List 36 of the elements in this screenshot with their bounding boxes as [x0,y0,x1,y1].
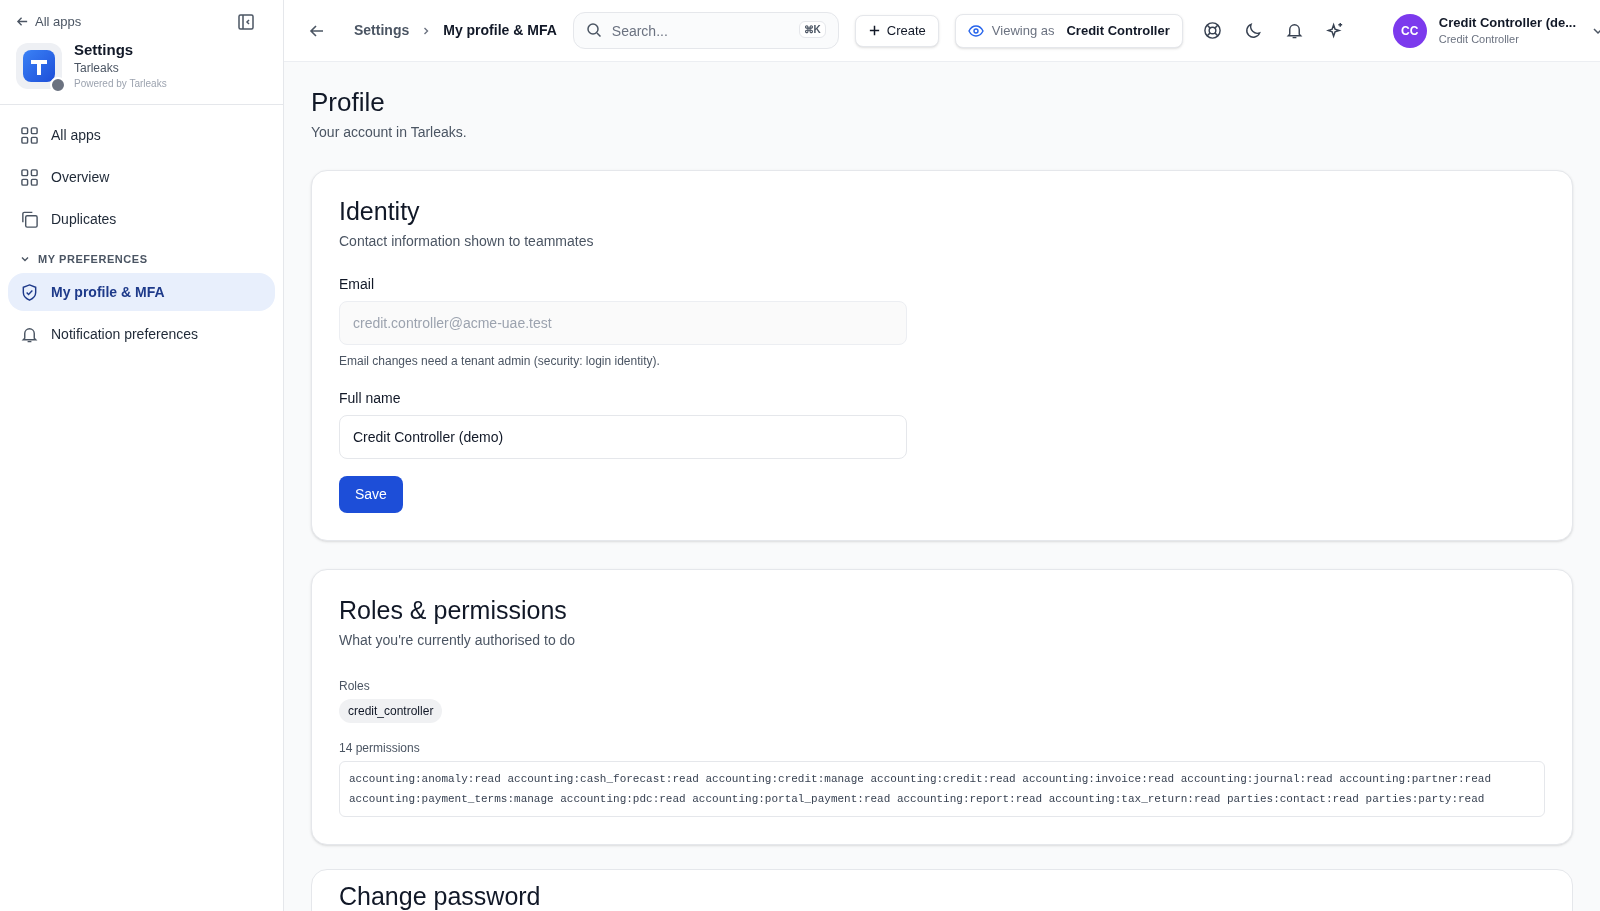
breadcrumb-current: My profile & MFA [443,21,557,40]
sidebar-item[interactable]: Overview [8,158,275,197]
card-subtitle: What you're currently authorised to do [339,631,577,650]
viewing-as-label: Viewing as [991,21,1055,40]
user-role: Credit Controller [1438,31,1520,47]
powered-by-text: Powered by Tarleaks [74,76,167,91]
permissions-list: accounting:anomaly:read accounting:cash_forecast:read accounting:credit:manage accounting:credit:read accounting:invoice:read accounting:journal:read accounting:partner:read accounting:payment_terms:manage accounting:pdc:read accounting:portal_payment:read accounting:report:read accounting:tax_return:read parties:contact:read parties:party:read [339,761,1545,817]
user-menu[interactable]: CC Credit Controller (de... Credit Controller [1392,13,1600,48]
input-field[interactable]: Credit Controller (demo) [339,415,907,459]
page-subtitle: Your account in Tarleaks. [311,123,468,142]
tenant-name: Tarleaks [74,59,120,76]
create-button[interactable]: Create [854,14,939,47]
sidebar-item[interactable]: Notification preferences [8,315,275,353]
viewing-as-control[interactable]: Viewing as Credit Controller [954,13,1183,48]
save-button[interactable]: Save [339,476,403,513]
user-name: Credit Controller (de... [1438,14,1577,31]
role-badge: credit_controller [339,699,443,723]
breadcrumb-link[interactable]: Settings [354,20,410,41]
sidebar-item[interactable]: All apps [8,116,275,155]
permissions-count: 14 permissions [339,740,421,757]
section-header[interactable]: MY PREFERENCES [8,250,275,267]
card-title: Roles & permissions [339,595,568,626]
app-name: Settings [74,39,135,60]
field-label: Email [339,275,375,294]
sidebar-item[interactable]: My profile & MFA [8,273,275,311]
card-subtitle: Contact information shown to teammates [339,232,595,251]
field-hint: Email changes need a tenant admin (security: login identity). [339,353,661,370]
user-avatar: CC [1392,13,1427,48]
page-title: Profile [311,86,386,118]
field-label: Full name [339,389,402,408]
back-link[interactable]: All apps [16,12,82,32]
sidebar-item[interactable]: Duplicates [8,200,275,239]
viewing-as-role: Credit Controller [1066,21,1170,40]
roles-label: Roles [339,678,371,695]
card-title: Identity [339,196,421,227]
card-title: Change password [339,881,542,911]
